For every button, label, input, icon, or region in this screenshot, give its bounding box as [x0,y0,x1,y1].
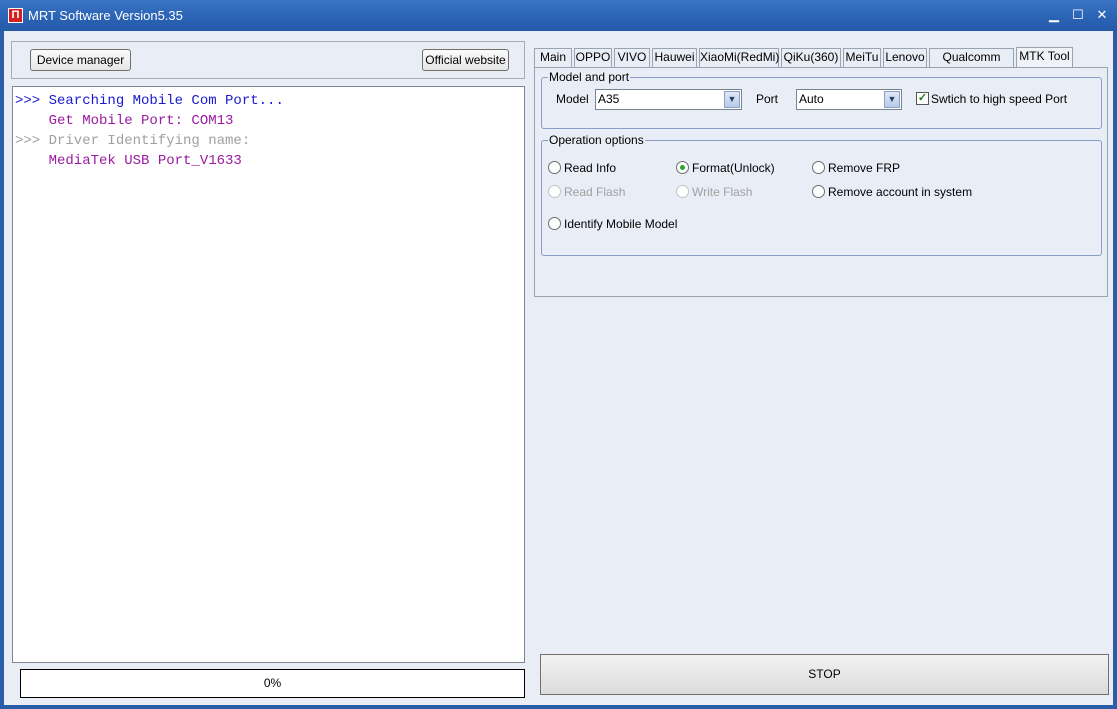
model-and-port-group: Model and port Model A35 ▼ Port Auto ▼ ✓… [541,70,1102,129]
log-output[interactable]: >>> Searching Mobile Com Port... Get Mob… [12,86,525,663]
chevron-down-icon[interactable]: ▼ [724,91,740,108]
remove-frp-radio[interactable]: Remove FRP [812,160,900,176]
read-info-radio[interactable]: Read Info [548,160,616,176]
operation-options-legend: Operation options [548,133,645,147]
format-unlock-label: Format(Unlock) [692,161,775,175]
maximize-button[interactable]: ☐ [1068,6,1088,24]
read-flash-label: Read Flash [564,185,626,199]
progress-label: 0% [263,676,282,690]
tab-main[interactable]: Main [534,48,572,67]
port-value: Auto [799,92,824,106]
radio-icon [676,185,689,198]
tab-page-mtk-tool: Model and port Model A35 ▼ Port Auto ▼ ✓… [534,67,1108,297]
tab-mtk-tool[interactable]: MTK Tool [1016,47,1073,68]
log-line: Get Mobile Port: COM13 [15,113,234,129]
app-window: Π MRT Software Version5.35 ▁ ☐ ✕ Device … [0,0,1117,709]
close-button[interactable]: ✕ [1092,6,1112,24]
tab-oppo[interactable]: OPPO [574,48,612,67]
model-and-port-legend: Model and port [548,70,631,84]
write-flash-radio: Write Flash [676,184,752,200]
radio-icon [548,185,561,198]
client-area: Device manager Official website >>> Sear… [4,31,1113,705]
log-line: >>> Searching Mobile Com Port... [15,93,284,109]
progress-bar: 0% [20,669,525,698]
stop-button[interactable]: STOP [540,654,1109,695]
format-unlock-radio[interactable]: Format(Unlock) [676,160,775,176]
operation-options-group: Operation options Read Info Format(Unloc… [541,133,1102,256]
write-flash-label: Write Flash [692,185,753,199]
read-flash-radio: Read Flash [548,184,625,200]
device-manager-button[interactable]: Device manager [30,49,131,71]
tab-meitu[interactable]: MeiTu [843,48,881,67]
model-select[interactable]: A35 ▼ [595,89,742,110]
radio-icon [812,161,825,174]
remove-frp-label: Remove FRP [828,161,901,175]
log-line: MediaTek USB Port_V1633 [15,153,242,169]
radio-icon [812,185,825,198]
mrt-logo-icon: Π [8,8,23,23]
model-value: A35 [598,92,620,106]
tab-qualcomm-tool[interactable]: Qualcomm Tool [929,48,1014,81]
model-label: Model [556,92,589,106]
tab-xiaomi-redmi[interactable]: XiaoMi(RedMi) [699,48,779,67]
high-speed-port-label[interactable]: Swtich to high speed Port [931,92,1067,106]
remove-account-radio[interactable]: Remove account in system [812,184,972,200]
radio-icon [548,161,561,174]
read-info-label: Read Info [564,161,617,175]
chevron-down-icon[interactable]: ▼ [884,91,900,108]
identify-model-radio[interactable]: Identify Mobile Model [548,216,677,232]
log-line: >>> Driver Identifying name: [15,133,251,149]
minimize-button[interactable]: ▁ [1044,6,1064,24]
title-bar[interactable]: Π MRT Software Version5.35 ▁ ☐ ✕ [0,0,1117,31]
tab-vivo[interactable]: VIVO [614,48,650,67]
radio-icon [548,217,561,230]
remove-account-label: Remove account in system [828,185,973,199]
port-label: Port [756,92,779,106]
window-title: MRT Software Version5.35 [28,8,183,23]
tab-lenovo[interactable]: Lenovo [883,48,927,67]
tab-hauwei[interactable]: Hauwei [652,48,697,67]
identify-model-label: Identify Mobile Model [564,217,678,231]
top-button-bar: Device manager Official website [11,41,525,79]
official-website-button[interactable]: Official website [422,49,509,71]
tab-qiku-360[interactable]: QiKu(360) [781,48,841,67]
radio-checked-icon [676,161,689,174]
port-select[interactable]: Auto ▼ [796,89,902,110]
high-speed-port-checkbox[interactable]: ✓ [916,92,929,105]
